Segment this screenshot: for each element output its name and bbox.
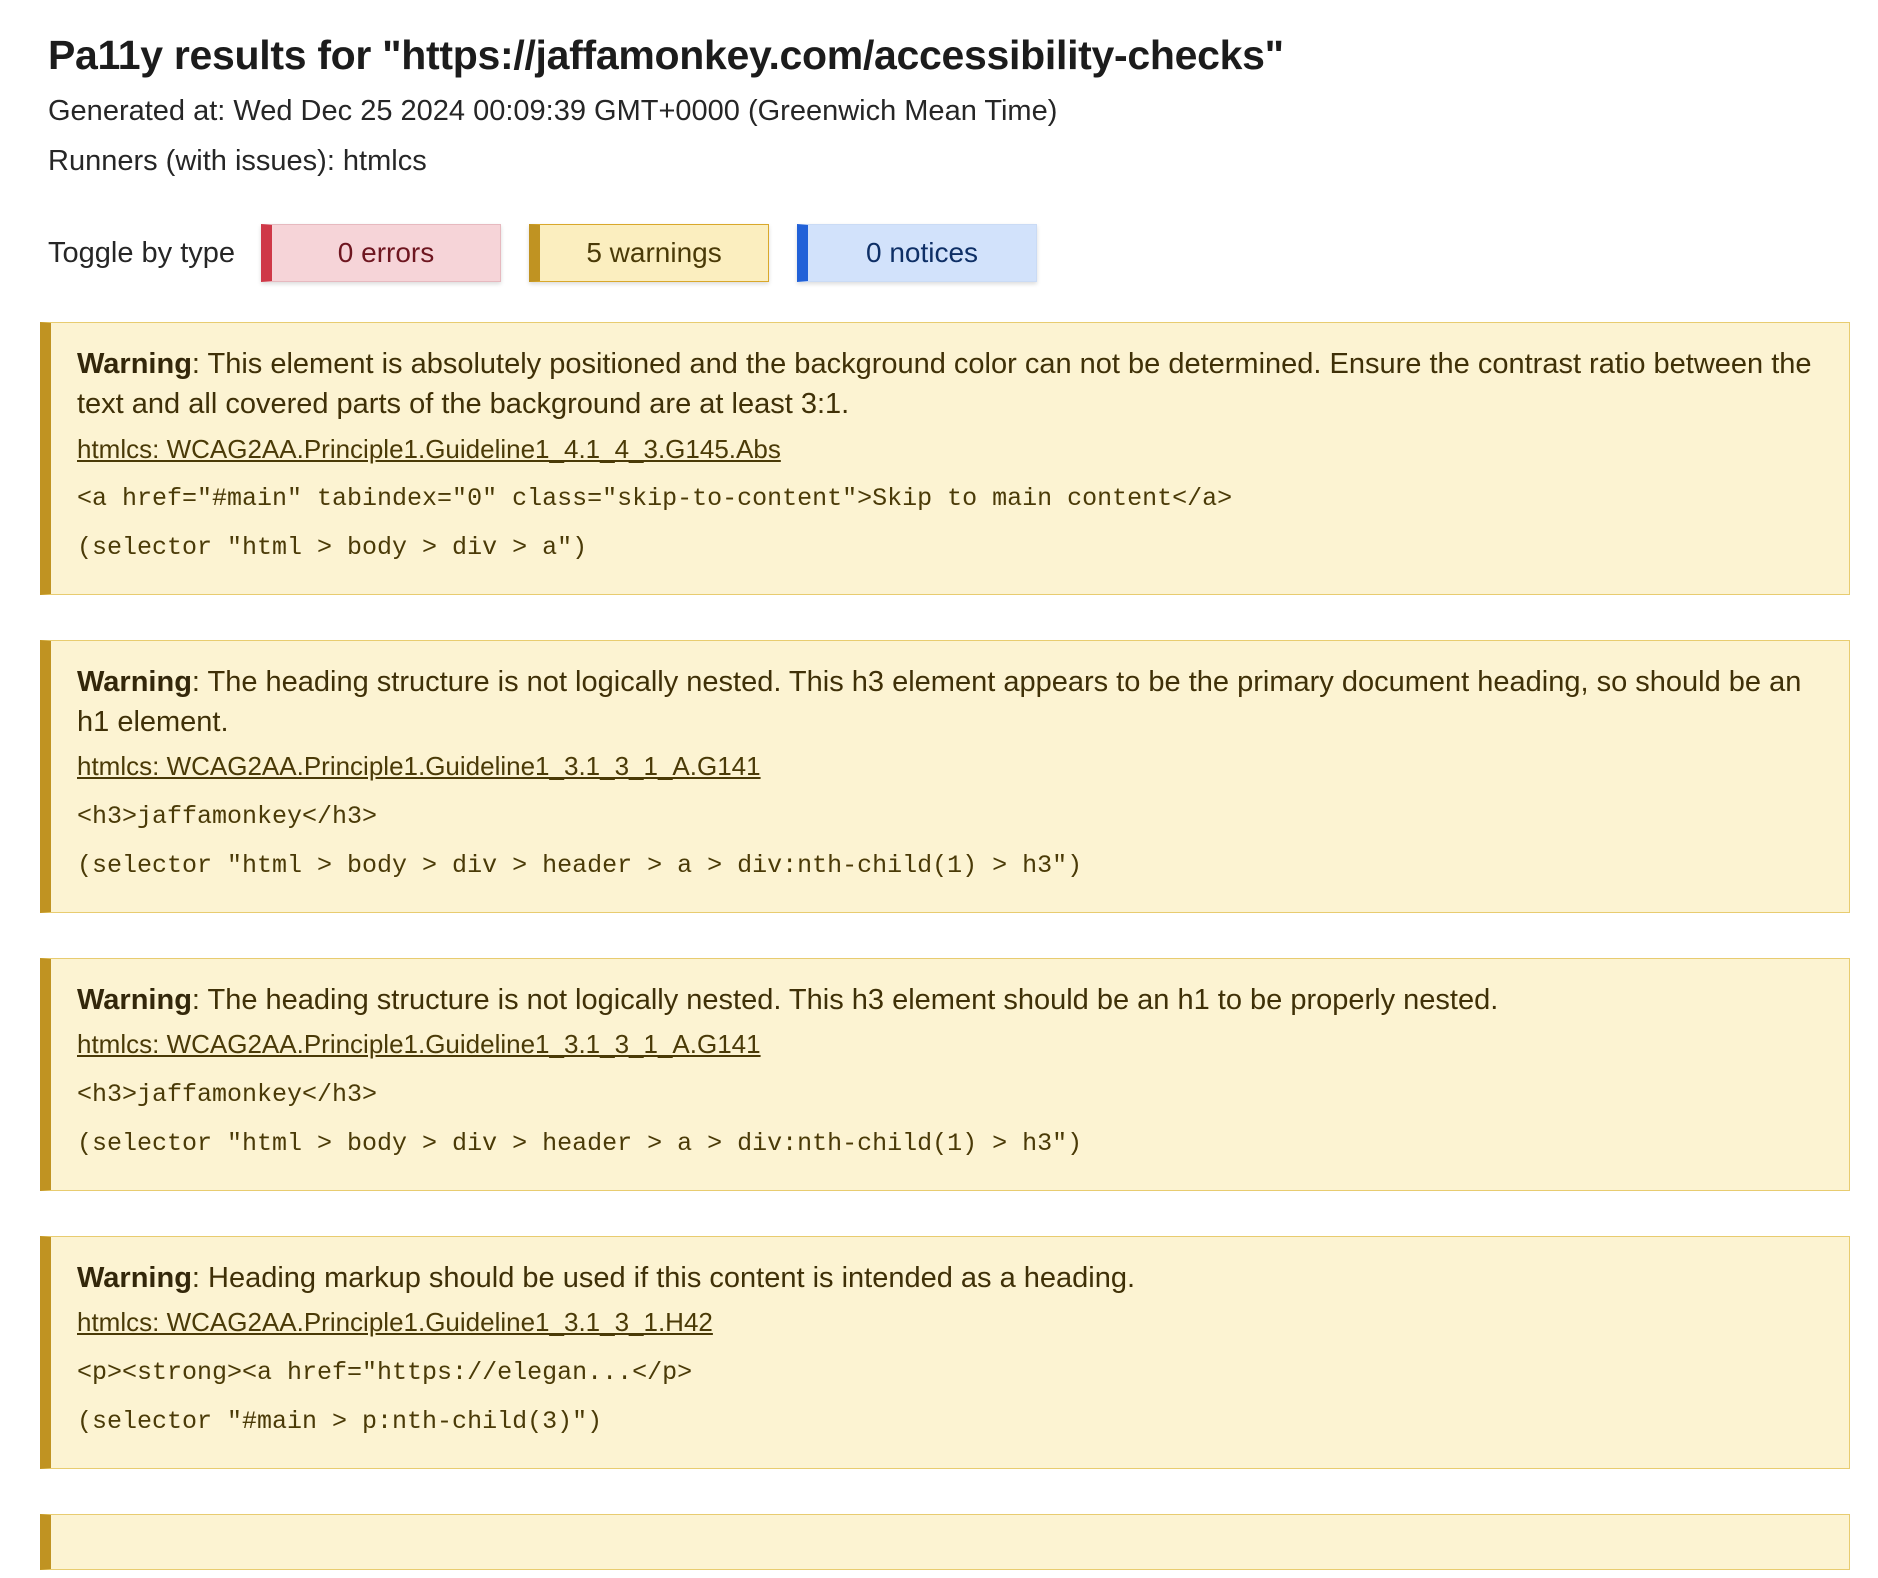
- issue-message: Warning: The heading structure is not lo…: [77, 663, 1819, 742]
- toggle-warnings-button[interactable]: 5 warnings: [529, 224, 770, 283]
- issue-message-text: : This element is absolutely positioned …: [77, 348, 1812, 420]
- issue-message-text: : Heading markup should be used if this …: [191, 1261, 1136, 1294]
- issue-context-code: <a href="#main" tabindex="0" class="skip…: [77, 484, 1233, 514]
- issue-selector-code: (selector "html > body > div > header > …: [77, 850, 1083, 880]
- issue-message-text: : The heading structure is not logically…: [77, 665, 1802, 738]
- issue-selector-code: (selector "#main > p:nth-child(3)"): [77, 1406, 603, 1436]
- issue-code-link[interactable]: htmlcs: WCAG2AA.Principle1.Guideline1_3.…: [77, 750, 1819, 784]
- issue-type-label: Warning: [77, 983, 192, 1016]
- issue-code-link[interactable]: htmlcs: WCAG2AA.Principle1.Guideline1_3.…: [77, 1028, 1819, 1062]
- issue-type-label: Warning: [77, 1261, 192, 1294]
- issue-card: Warning: The heading structure is not lo…: [40, 639, 1850, 913]
- issue-message: Warning: Heading markup should be used i…: [77, 1259, 1819, 1299]
- toggle-by-type-label: Toggle by type: [48, 236, 236, 269]
- issue-card: Warning: This element is absolutely posi…: [40, 322, 1850, 595]
- issue-card: Warning: Heading markup should be used i…: [40, 1235, 1850, 1469]
- issue-card: Warning: The heading structure is not lo…: [40, 957, 1850, 1191]
- issue-card-partial: [40, 1513, 1850, 1570]
- issue-message-text: : The heading structure is not logically…: [191, 983, 1499, 1016]
- page-title: Pa11y results for "https://jaffamonkey.c…: [48, 32, 1284, 78]
- issue-context-code: <p><strong><a href="https://elegan...</p…: [77, 1358, 693, 1388]
- generated-at-text: Generated at: Wed Dec 25 2024 00:09:39 G…: [48, 95, 1058, 128]
- issue-list: Warning: This element is absolutely posi…: [40, 322, 1850, 1570]
- issue-message: Warning: The heading structure is not lo…: [77, 981, 1819, 1021]
- runners-text: Runners (with issues): htmlcs: [48, 145, 427, 178]
- pa11y-report-page: Pa11y results for "https://jaffamonkey.c…: [0, 0, 1878, 1570]
- issue-context-code: <h3>jaffamonkey</h3>: [77, 802, 378, 832]
- issue-type-label: Warning: [77, 665, 192, 698]
- issue-type-label: Warning: [77, 348, 192, 381]
- issue-code-link[interactable]: htmlcs: WCAG2AA.Principle1.Guideline1_3.…: [77, 1306, 1819, 1340]
- issue-selector-code: (selector "html > body > div > a"): [77, 533, 588, 563]
- toggle-errors-button[interactable]: 0 errors: [261, 224, 502, 283]
- issue-message: Warning: This element is absolutely posi…: [77, 345, 1819, 424]
- issue-selector-code: (selector "html > body > div > header > …: [77, 1128, 1083, 1158]
- toggle-notices-button[interactable]: 0 notices: [797, 224, 1038, 283]
- issue-context-code: <h3>jaffamonkey</h3>: [77, 1080, 378, 1110]
- issue-code-link[interactable]: htmlcs: WCAG2AA.Principle1.Guideline1_4.…: [77, 433, 1819, 467]
- toggle-by-type-row: Toggle by type 0 errors 5 warnings 0 not…: [48, 224, 1848, 283]
